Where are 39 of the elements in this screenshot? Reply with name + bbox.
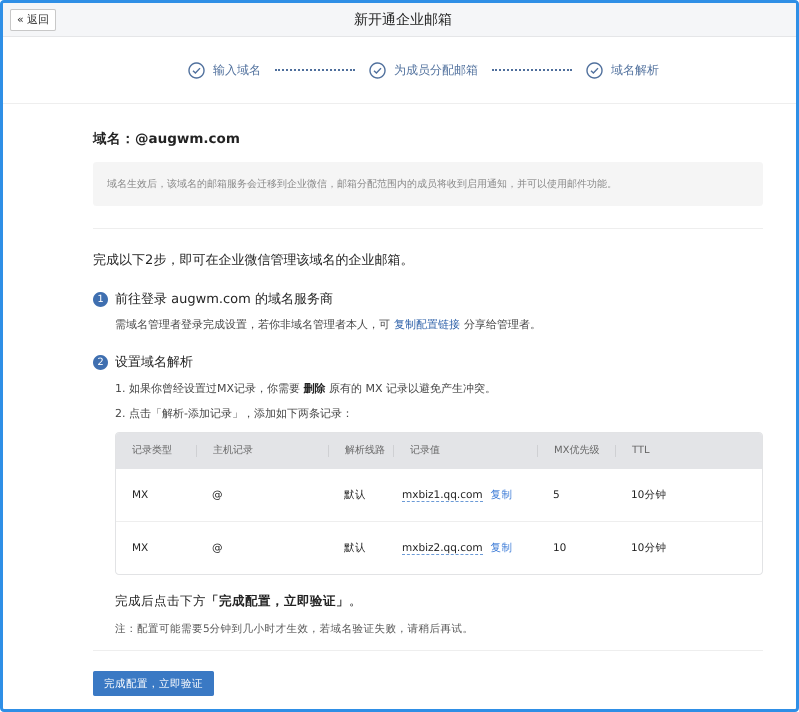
finish-hint: 完成后点击下方「完成配置，立即验证」。 [115,593,363,610]
domain-label: 域名：@augwm.com [93,130,241,148]
table-cell-text: 10分钟 [630,541,668,555]
column-header: 主机记录 [196,445,328,457]
copy-link[interactable]: 复制 [490,488,513,502]
column-header: 记录类型 [131,445,173,457]
record-value: mxbiz1.qq.com [402,488,483,502]
submit-button[interactable]: 完成配置，立即验证 [93,671,214,696]
step-number: 1 [93,292,108,306]
copy-config-link[interactable]: 复制配置链接 [394,318,460,331]
step-number: 2 [93,354,108,370]
column-header: 记录值 [393,445,537,457]
column-header: TTL [615,445,762,457]
step-label: 输入域名 [213,62,261,78]
record-value: mxbiz2.qq.com [402,542,483,554]
table-cell-text: 默认 [343,541,367,555]
intro-text: 完成以下2步，即可在企业微信管理该域名的企业邮箱。 [93,252,414,269]
instruction-text: 1. 如果你曾经设置过MX记录，你需要 删除 原有的 MX 记录以避免产生冲突。 [115,381,498,396]
table-cell-text: 5 [552,489,561,501]
back-button[interactable]: « 返回 [10,8,56,30]
step-label: 为成员分配邮箱 [394,62,478,78]
copy-link[interactable]: 复制 [490,541,513,555]
step-description: 需域名管理者登录完成设置，若你非域名管理者本人，可 复制配置链接 分享给管理者。 [115,317,542,332]
column-header: MX优先级 [537,445,615,457]
table-cell-text: @ [211,489,224,501]
column-header: 解析线路 [328,445,393,457]
table-cell-text: MX [131,542,150,554]
instruction-text: 2. 点击「解析-添加记录」，添加如下两条记录： [115,406,354,421]
step-title: 前往登录 augwm.com 的域名服务商 [115,291,333,308]
step-title: 设置域名解析 [115,354,193,371]
table-cell-text: 10分钟 [630,488,668,502]
step-label: 域名解析 [611,62,659,78]
notice-text: 域名生效后，该域名的邮箱服务会迁移到企业微信，邮箱分配范围内的成员将收到启用通知，并可以使用邮件功能。 [93,162,763,206]
table-cell-text: MX [131,489,150,501]
table-cell-text: 默认 [343,488,367,502]
window-title: 新开通企业邮箱 [354,10,452,28]
note-text: 注：配置可能需要5分钟到几小时才生效，若域名验证失败，请稍后再试。 [115,622,475,636]
table-cell-text: @ [211,542,224,554]
table-cell-text: 10 [552,542,568,554]
